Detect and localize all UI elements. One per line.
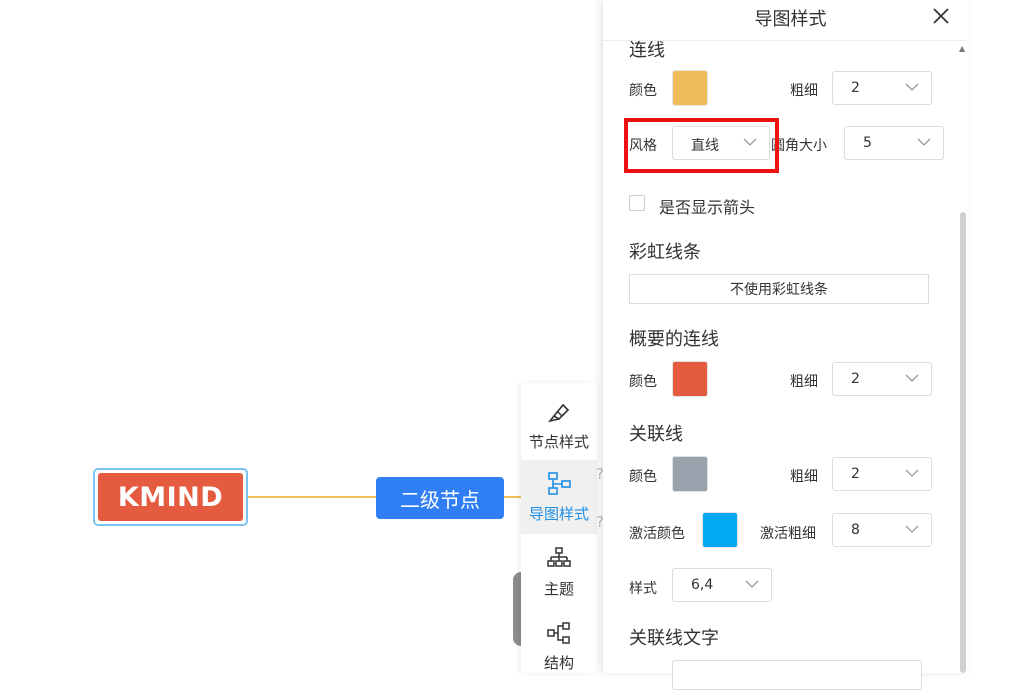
branch-line (248, 496, 376, 498)
line-thickness-label: 粗细 (790, 83, 818, 99)
side-toolbar: 节点样式 导图样式 主题 结构 (521, 383, 597, 673)
select-value: 2 (851, 466, 860, 482)
chevron-down-icon (905, 374, 919, 382)
close-icon[interactable] (929, 4, 953, 28)
relation-thickness-label: 粗细 (790, 469, 818, 485)
chevron-down-icon (917, 138, 931, 146)
brush-icon (547, 403, 570, 422)
toolbar-label: 结构 (543, 653, 574, 672)
panel-title: 导图样式 (754, 9, 827, 30)
toolbar-map-style[interactable]: 导图样式 (521, 460, 597, 534)
line-color-label: 颜色 (629, 83, 657, 99)
line-style-select[interactable]: 直线 (672, 126, 770, 160)
section-title-rainbow: 彩虹线条 (629, 242, 701, 263)
scrollbar-thumb[interactable] (960, 212, 966, 673)
select-value: 直线 (691, 138, 719, 154)
toolbar-node-style[interactable]: 节点样式 (521, 388, 597, 462)
map-style-panel: 连线 颜色 粗细 2 风格 直线 圆角大小 5 是否显示箭头 彩虹线条 不使用彩… (603, 0, 968, 690)
line-color-swatch[interactable] (672, 70, 708, 106)
line-radius-select[interactable]: 5 (844, 126, 944, 160)
relation-thickness-select[interactable]: 2 (832, 457, 932, 491)
select-value: 2 (851, 80, 860, 96)
select-value: 2 (851, 371, 860, 387)
relation-color-swatch[interactable] (672, 456, 708, 492)
summary-thickness-label: 粗细 (790, 374, 818, 390)
scroll-up-icon[interactable]: ▲ (959, 44, 965, 53)
panel-scrollbar[interactable]: ▲ (958, 44, 968, 673)
second-level-node[interactable]: 二级节点 (376, 477, 504, 519)
select-value: 5 (863, 135, 872, 151)
relation-style-label: 样式 (629, 581, 657, 597)
theme-icon (547, 546, 571, 567)
branch-line-out (504, 496, 521, 498)
summary-color-swatch[interactable] (672, 361, 708, 397)
rainbow-line-button[interactable]: 不使用彩虹线条 (629, 274, 929, 304)
line-style-label: 风格 (629, 138, 657, 154)
relation-active-color-label: 激活颜色 (629, 526, 685, 542)
toolbar-structure[interactable]: 结构 (521, 609, 597, 683)
line-thickness-select[interactable]: 2 (832, 71, 932, 105)
section-title-relation-text: 关联线文字 (629, 628, 719, 649)
toolbar-theme[interactable]: 主题 (521, 535, 597, 609)
map-style-icon (548, 471, 571, 495)
summary-color-label: 颜色 (629, 374, 657, 390)
summary-thickness-select[interactable]: 2 (832, 362, 932, 396)
relation-color-label: 颜色 (629, 469, 657, 485)
panel-header: 导图样式 (603, 0, 968, 41)
section-title-summary-line: 概要的连线 (629, 329, 719, 350)
chevron-down-icon (905, 469, 919, 477)
show-arrow-checkbox[interactable] (629, 195, 645, 211)
chevron-down-icon (745, 580, 759, 588)
toolbar-label: 主题 (543, 579, 574, 598)
show-arrow-label: 是否显示箭头 (659, 198, 756, 217)
toolbar-label: 导图样式 (528, 504, 589, 523)
relation-active-thickness-label: 激活粗细 (760, 526, 816, 542)
toolbar-label: 节点样式 (528, 432, 589, 451)
structure-icon (547, 621, 570, 644)
relation-text-font-select[interactable] (672, 660, 922, 690)
select-value: 6,4 (691, 577, 714, 593)
mindmap-canvas[interactable]: KMIND 二级节点 ? ? (0, 0, 604, 673)
line-radius-label: 圆角大小 (771, 138, 827, 154)
relation-active-thickness-select[interactable]: 8 (832, 513, 932, 547)
chevron-down-icon (905, 83, 919, 91)
root-node-label: KMIND (98, 473, 243, 521)
section-title-relation-line: 关联线 (629, 424, 683, 445)
chevron-down-icon (905, 525, 919, 533)
chevron-down-icon (743, 138, 757, 146)
select-value: 8 (851, 522, 860, 538)
root-node[interactable]: KMIND (93, 468, 248, 526)
relation-active-color-swatch[interactable] (702, 512, 738, 548)
relation-style-select[interactable]: 6,4 (672, 568, 772, 602)
